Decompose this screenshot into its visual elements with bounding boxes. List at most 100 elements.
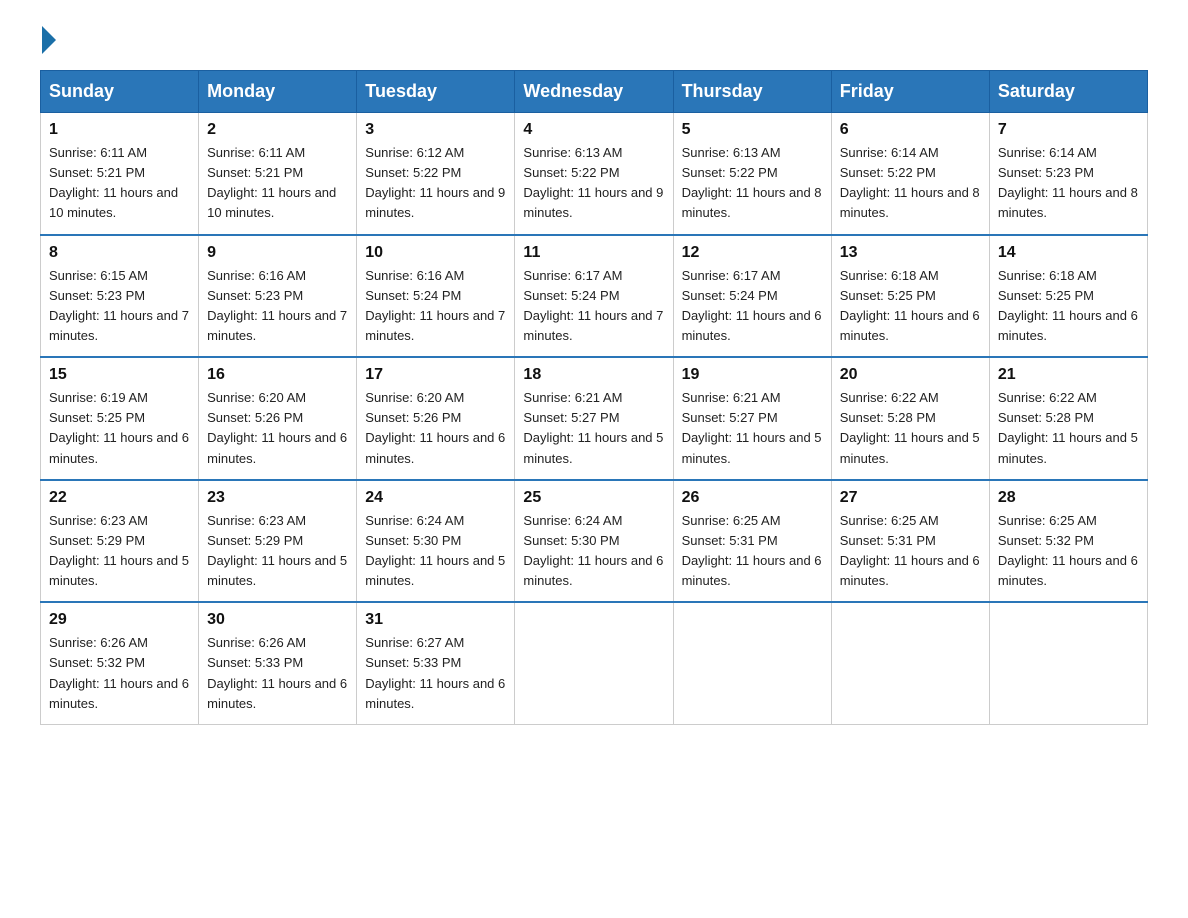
day-number: 6 [840,121,981,139]
column-header-saturday: Saturday [989,71,1147,113]
day-info: Sunrise: 6:25 AMSunset: 5:31 PMDaylight:… [840,513,980,588]
day-number: 30 [207,611,348,629]
day-info: Sunrise: 6:16 AMSunset: 5:23 PMDaylight:… [207,268,347,343]
calendar-cell: 28 Sunrise: 6:25 AMSunset: 5:32 PMDaylig… [989,480,1147,603]
day-info: Sunrise: 6:17 AMSunset: 5:24 PMDaylight:… [523,268,663,343]
day-info: Sunrise: 6:13 AMSunset: 5:22 PMDaylight:… [682,145,822,220]
calendar-cell: 20 Sunrise: 6:22 AMSunset: 5:28 PMDaylig… [831,357,989,480]
calendar-cell: 8 Sunrise: 6:15 AMSunset: 5:23 PMDayligh… [41,235,199,358]
calendar-cell: 24 Sunrise: 6:24 AMSunset: 5:30 PMDaylig… [357,480,515,603]
calendar-header-row: SundayMondayTuesdayWednesdayThursdayFrid… [41,71,1148,113]
day-number: 11 [523,244,664,262]
calendar-week-row: 15 Sunrise: 6:19 AMSunset: 5:25 PMDaylig… [41,357,1148,480]
calendar-cell [515,602,673,724]
calendar-week-row: 1 Sunrise: 6:11 AMSunset: 5:21 PMDayligh… [41,113,1148,235]
day-info: Sunrise: 6:24 AMSunset: 5:30 PMDaylight:… [365,513,505,588]
day-number: 17 [365,366,506,384]
day-number: 28 [998,489,1139,507]
logo-arrow-icon [42,26,56,54]
calendar-cell [673,602,831,724]
day-info: Sunrise: 6:20 AMSunset: 5:26 PMDaylight:… [207,390,347,465]
calendar-cell: 18 Sunrise: 6:21 AMSunset: 5:27 PMDaylig… [515,357,673,480]
day-number: 10 [365,244,506,262]
day-number: 20 [840,366,981,384]
calendar-cell: 14 Sunrise: 6:18 AMSunset: 5:25 PMDaylig… [989,235,1147,358]
calendar-cell: 22 Sunrise: 6:23 AMSunset: 5:29 PMDaylig… [41,480,199,603]
day-number: 25 [523,489,664,507]
calendar-week-row: 22 Sunrise: 6:23 AMSunset: 5:29 PMDaylig… [41,480,1148,603]
calendar-cell: 21 Sunrise: 6:22 AMSunset: 5:28 PMDaylig… [989,357,1147,480]
calendar-cell: 25 Sunrise: 6:24 AMSunset: 5:30 PMDaylig… [515,480,673,603]
day-info: Sunrise: 6:23 AMSunset: 5:29 PMDaylight:… [207,513,347,588]
day-number: 1 [49,121,190,139]
day-info: Sunrise: 6:17 AMSunset: 5:24 PMDaylight:… [682,268,822,343]
column-header-wednesday: Wednesday [515,71,673,113]
calendar-cell: 5 Sunrise: 6:13 AMSunset: 5:22 PMDayligh… [673,113,831,235]
calendar-cell: 3 Sunrise: 6:12 AMSunset: 5:22 PMDayligh… [357,113,515,235]
day-number: 5 [682,121,823,139]
day-info: Sunrise: 6:12 AMSunset: 5:22 PMDaylight:… [365,145,505,220]
day-number: 24 [365,489,506,507]
calendar-cell: 27 Sunrise: 6:25 AMSunset: 5:31 PMDaylig… [831,480,989,603]
calendar-week-row: 8 Sunrise: 6:15 AMSunset: 5:23 PMDayligh… [41,235,1148,358]
day-info: Sunrise: 6:18 AMSunset: 5:25 PMDaylight:… [998,268,1138,343]
day-info: Sunrise: 6:22 AMSunset: 5:28 PMDaylight:… [840,390,980,465]
calendar-cell: 29 Sunrise: 6:26 AMSunset: 5:32 PMDaylig… [41,602,199,724]
day-number: 21 [998,366,1139,384]
day-info: Sunrise: 6:20 AMSunset: 5:26 PMDaylight:… [365,390,505,465]
day-number: 16 [207,366,348,384]
day-number: 9 [207,244,348,262]
day-number: 15 [49,366,190,384]
day-number: 27 [840,489,981,507]
calendar-table: SundayMondayTuesdayWednesdayThursdayFrid… [40,70,1148,725]
day-number: 4 [523,121,664,139]
day-number: 8 [49,244,190,262]
calendar-cell: 9 Sunrise: 6:16 AMSunset: 5:23 PMDayligh… [199,235,357,358]
day-number: 19 [682,366,823,384]
day-number: 13 [840,244,981,262]
calendar-cell: 19 Sunrise: 6:21 AMSunset: 5:27 PMDaylig… [673,357,831,480]
day-number: 22 [49,489,190,507]
column-header-sunday: Sunday [41,71,199,113]
calendar-cell: 30 Sunrise: 6:26 AMSunset: 5:33 PMDaylig… [199,602,357,724]
day-info: Sunrise: 6:26 AMSunset: 5:33 PMDaylight:… [207,635,347,710]
day-info: Sunrise: 6:14 AMSunset: 5:22 PMDaylight:… [840,145,980,220]
day-info: Sunrise: 6:11 AMSunset: 5:21 PMDaylight:… [207,145,336,220]
column-header-monday: Monday [199,71,357,113]
calendar-cell: 7 Sunrise: 6:14 AMSunset: 5:23 PMDayligh… [989,113,1147,235]
day-info: Sunrise: 6:21 AMSunset: 5:27 PMDaylight:… [523,390,663,465]
calendar-cell: 23 Sunrise: 6:23 AMSunset: 5:29 PMDaylig… [199,480,357,603]
column-header-thursday: Thursday [673,71,831,113]
day-info: Sunrise: 6:18 AMSunset: 5:25 PMDaylight:… [840,268,980,343]
calendar-cell: 17 Sunrise: 6:20 AMSunset: 5:26 PMDaylig… [357,357,515,480]
day-info: Sunrise: 6:23 AMSunset: 5:29 PMDaylight:… [49,513,189,588]
calendar-cell: 16 Sunrise: 6:20 AMSunset: 5:26 PMDaylig… [199,357,357,480]
column-header-friday: Friday [831,71,989,113]
calendar-cell [831,602,989,724]
calendar-cell: 15 Sunrise: 6:19 AMSunset: 5:25 PMDaylig… [41,357,199,480]
day-info: Sunrise: 6:16 AMSunset: 5:24 PMDaylight:… [365,268,505,343]
day-info: Sunrise: 6:25 AMSunset: 5:32 PMDaylight:… [998,513,1138,588]
calendar-week-row: 29 Sunrise: 6:26 AMSunset: 5:32 PMDaylig… [41,602,1148,724]
day-info: Sunrise: 6:14 AMSunset: 5:23 PMDaylight:… [998,145,1138,220]
calendar-cell: 11 Sunrise: 6:17 AMSunset: 5:24 PMDaylig… [515,235,673,358]
day-number: 3 [365,121,506,139]
day-info: Sunrise: 6:27 AMSunset: 5:33 PMDaylight:… [365,635,505,710]
day-info: Sunrise: 6:26 AMSunset: 5:32 PMDaylight:… [49,635,189,710]
day-info: Sunrise: 6:19 AMSunset: 5:25 PMDaylight:… [49,390,189,465]
calendar-cell: 26 Sunrise: 6:25 AMSunset: 5:31 PMDaylig… [673,480,831,603]
calendar-cell: 13 Sunrise: 6:18 AMSunset: 5:25 PMDaylig… [831,235,989,358]
day-number: 2 [207,121,348,139]
day-number: 12 [682,244,823,262]
column-header-tuesday: Tuesday [357,71,515,113]
day-info: Sunrise: 6:21 AMSunset: 5:27 PMDaylight:… [682,390,822,465]
day-number: 29 [49,611,190,629]
calendar-cell [989,602,1147,724]
calendar-cell: 1 Sunrise: 6:11 AMSunset: 5:21 PMDayligh… [41,113,199,235]
day-number: 23 [207,489,348,507]
day-number: 14 [998,244,1139,262]
day-info: Sunrise: 6:11 AMSunset: 5:21 PMDaylight:… [49,145,178,220]
logo [40,30,56,50]
calendar-cell: 12 Sunrise: 6:17 AMSunset: 5:24 PMDaylig… [673,235,831,358]
day-number: 18 [523,366,664,384]
